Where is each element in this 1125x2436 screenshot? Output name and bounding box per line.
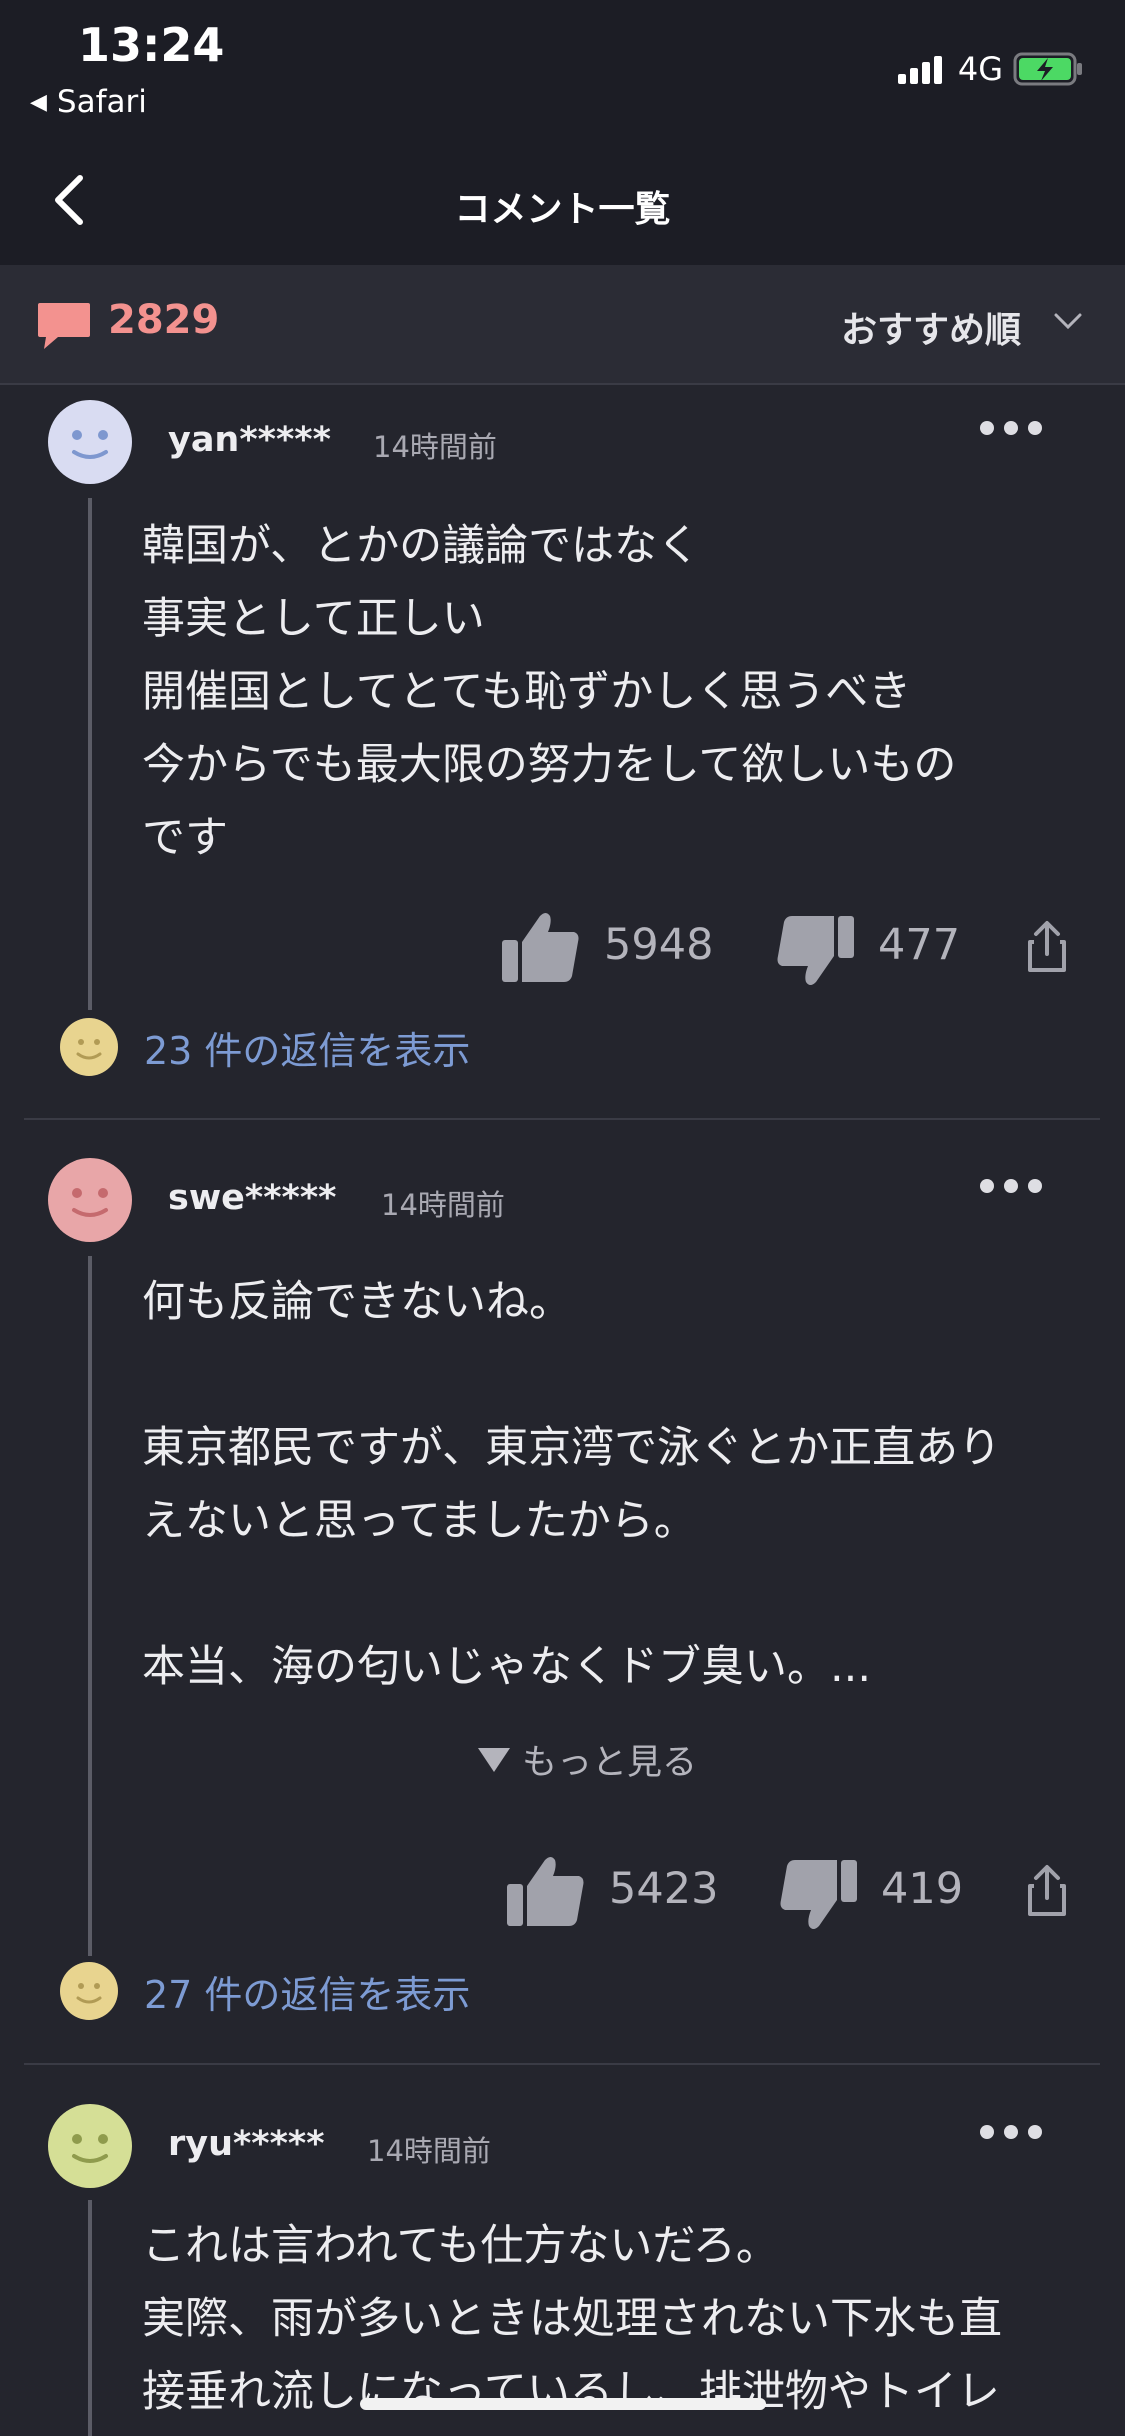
divider bbox=[24, 1118, 1100, 1120]
face-icon bbox=[72, 430, 108, 459]
home-indicator[interactable] bbox=[360, 2398, 766, 2410]
comment-count: 2829 bbox=[108, 297, 220, 343]
status-indicators: 4G bbox=[897, 50, 1085, 88]
timestamp: 14時間前 bbox=[381, 1188, 505, 1222]
timestamp: 14時間前 bbox=[373, 430, 497, 464]
thumbs-up-icon[interactable] bbox=[500, 910, 582, 986]
see-more-label[interactable]: もっと見る bbox=[522, 1734, 697, 1785]
show-replies-link[interactable]: 27 件の返信を表示 bbox=[60, 1962, 470, 2020]
share-icon[interactable] bbox=[1026, 920, 1068, 974]
status-bar: 13:24 ◀ Safari 4G bbox=[0, 0, 1125, 140]
back-app-label: Safari bbox=[56, 84, 147, 120]
status-time: 13:24 bbox=[78, 18, 225, 72]
dislike-count: 477 bbox=[878, 920, 961, 970]
battery-charging-icon bbox=[1013, 52, 1082, 86]
username[interactable]: ryu***** bbox=[168, 2124, 325, 2164]
page-title: コメント一覧 bbox=[454, 189, 671, 230]
username[interactable]: swe***** bbox=[168, 1178, 336, 1218]
comment-bubble-icon bbox=[38, 303, 90, 349]
more-options-icon[interactable] bbox=[980, 2125, 1052, 2139]
see-more-toggle[interactable]: もっと見る bbox=[478, 1734, 697, 1785]
back-to-safari[interactable]: ◀ Safari bbox=[30, 84, 147, 120]
reply-avatar bbox=[60, 1018, 118, 1076]
more-options-icon[interactable] bbox=[980, 421, 1052, 435]
face-icon bbox=[72, 2134, 108, 2163]
comment-summary-bar: 2829 おすすめ順 bbox=[0, 265, 1125, 385]
reaction-bar: 5423 419 bbox=[0, 1850, 1125, 1940]
replies-link-label[interactable]: 23 件の返信を表示 bbox=[144, 1020, 470, 1075]
signal-icon bbox=[897, 54, 946, 84]
more-options-icon[interactable] bbox=[980, 1179, 1052, 1193]
chevron-down-icon[interactable] bbox=[1053, 311, 1083, 331]
thumbs-down-icon[interactable] bbox=[777, 1856, 859, 1932]
comment-body: 何も反論できないね。 東京都民ですが、東京湾で泳ぐとか正直あり えないと思ってま… bbox=[142, 1277, 1002, 1692]
network-label: 4G bbox=[957, 50, 1003, 88]
like-count: 5423 bbox=[609, 1864, 719, 1914]
face-icon bbox=[76, 1039, 102, 1060]
triangle-down-icon bbox=[478, 1747, 510, 1772]
avatar[interactable] bbox=[48, 2104, 132, 2188]
reaction-bar: 5948 477 bbox=[0, 906, 1125, 996]
avatar[interactable] bbox=[48, 400, 132, 484]
like-count: 5948 bbox=[604, 920, 714, 970]
face-icon bbox=[76, 1983, 102, 2004]
face-icon bbox=[72, 1188, 108, 1217]
replies-link-label[interactable]: 27 件の返信を表示 bbox=[144, 1964, 470, 2019]
thumbs-down-icon[interactable] bbox=[774, 912, 856, 988]
show-replies-link[interactable]: 23 件の返信を表示 bbox=[60, 1018, 470, 1076]
back-triangle-icon: ◀ bbox=[30, 89, 47, 115]
thumbs-up-icon[interactable] bbox=[505, 1854, 587, 1930]
avatar[interactable] bbox=[48, 1158, 132, 1242]
sort-dropdown[interactable]: おすすめ順 bbox=[841, 301, 1021, 353]
divider bbox=[24, 2063, 1100, 2065]
thread-line bbox=[88, 2200, 92, 2436]
dislike-count: 419 bbox=[881, 1864, 964, 1914]
username[interactable]: yan***** bbox=[168, 420, 331, 460]
comment-body: 韓国が、とかの議論ではなく 事実として正しい 開催国としてとても恥ずかしく思うべ… bbox=[142, 521, 957, 863]
reply-avatar bbox=[60, 1962, 118, 2020]
timestamp: 14時間前 bbox=[367, 2134, 491, 2168]
share-icon[interactable] bbox=[1026, 1864, 1068, 1918]
nav-bar: コメント一覧 bbox=[0, 140, 1125, 265]
